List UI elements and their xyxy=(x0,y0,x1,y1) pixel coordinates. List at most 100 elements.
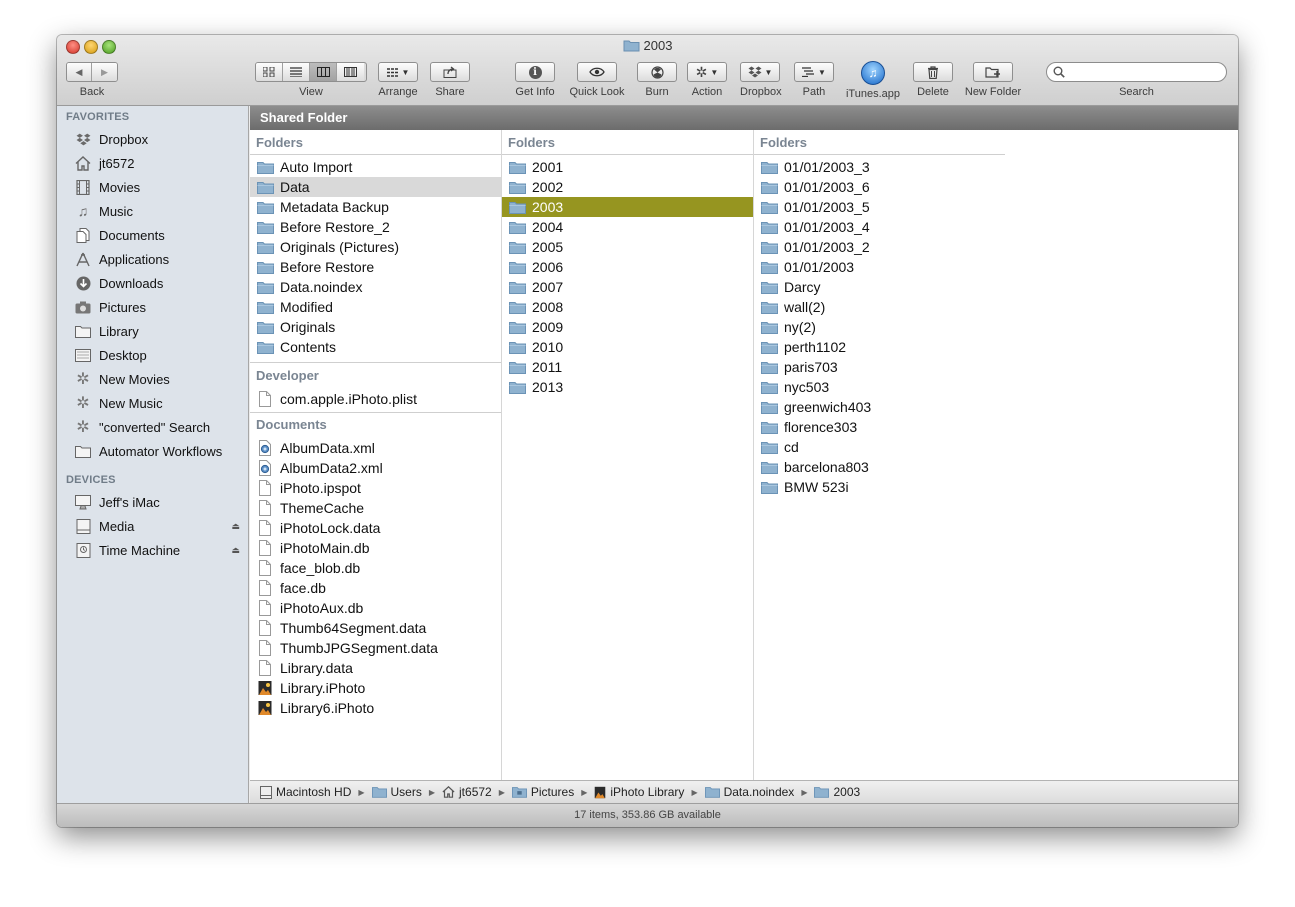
list-item[interactable]: Before Restore_2 xyxy=(250,217,501,237)
list-item[interactable]: 2010 xyxy=(502,337,753,357)
sidebar-item-dropbox[interactable]: Dropbox xyxy=(74,128,246,150)
list-item[interactable]: Library.data xyxy=(250,658,501,678)
itunes-app-button[interactable]: ♫ xyxy=(861,61,885,85)
list-item[interactable]: 01/01/2003_3 xyxy=(754,157,1005,177)
eject-icon[interactable]: ⏏ xyxy=(231,521,240,532)
share-button[interactable] xyxy=(430,62,470,82)
forward-button[interactable]: ▶ xyxy=(92,63,117,81)
list-item[interactable]: 2002 xyxy=(502,177,753,197)
list-item[interactable]: 2005 xyxy=(502,237,753,257)
list-item[interactable]: BMW 523i xyxy=(754,477,1005,497)
list-item[interactable]: iPhoto.ipspot xyxy=(250,478,501,498)
sidebar-item-automator-workflows[interactable]: Automator Workflows xyxy=(74,440,246,462)
path-crumb[interactable]: jt6572 xyxy=(442,785,492,799)
delete-button[interactable] xyxy=(913,62,953,82)
list-item[interactable]: iPhotoAux.db xyxy=(250,598,501,618)
quicklook-button[interactable] xyxy=(577,62,617,82)
list-item[interactable]: com.apple.iPhoto.plist xyxy=(250,389,501,409)
list-item[interactable]: Data xyxy=(250,177,501,197)
list-item[interactable]: 2001 xyxy=(502,157,753,177)
list-item[interactable]: 2011 xyxy=(502,357,753,377)
sidebar-item-downloads[interactable]: Downloads xyxy=(74,272,246,294)
sidebar-item-new-music[interactable]: ✲ New Music xyxy=(74,392,246,414)
browser-column-1[interactable]: Folders Auto Import Data Metadata Backup Be… xyxy=(250,130,502,780)
icon-view-button[interactable] xyxy=(256,63,283,81)
list-item[interactable]: Metadata Backup xyxy=(250,197,501,217)
list-item[interactable]: Originals xyxy=(250,317,501,337)
list-item[interactable]: AlbumData.xml xyxy=(250,438,501,458)
list-item[interactable]: Modified xyxy=(250,297,501,317)
list-item[interactable]: cd xyxy=(754,437,1005,457)
list-item[interactable]: 2004 xyxy=(502,217,753,237)
list-item[interactable]: iPhotoLock.data xyxy=(250,518,501,538)
list-item[interactable]: 2009 xyxy=(502,317,753,337)
sidebar-item-music[interactable]: ♫ Music xyxy=(74,200,246,222)
list-item[interactable]: 2007 xyxy=(502,277,753,297)
eject-icon[interactable]: ⏏ xyxy=(231,545,240,556)
list-item[interactable]: Before Restore xyxy=(250,257,501,277)
getinfo-button[interactable]: i xyxy=(515,62,555,82)
sidebar-item-new-movies[interactable]: ✲ New Movies xyxy=(74,368,246,390)
dropbox-button[interactable]: ▼ xyxy=(740,62,780,82)
list-item[interactable]: perth1102 xyxy=(754,337,1005,357)
sidebar-item-applications[interactable]: Applications xyxy=(74,248,246,270)
list-item[interactable]: 01/01/2003_4 xyxy=(754,217,1005,237)
list-item[interactable]: paris703 xyxy=(754,357,1005,377)
list-item[interactable]: 01/01/2003_2 xyxy=(754,237,1005,257)
list-item[interactable]: ny(2) xyxy=(754,317,1005,337)
list-item[interactable]: iPhotoMain.db xyxy=(250,538,501,558)
sidebar-item-documents[interactable]: Documents xyxy=(74,224,246,246)
list-item[interactable]: Originals (Pictures) xyxy=(250,237,501,257)
path-crumb[interactable]: 2003 xyxy=(814,785,860,799)
path-crumb[interactable]: Pictures xyxy=(511,785,574,799)
list-item[interactable]: Library.iPhoto xyxy=(250,678,501,698)
list-item[interactable]: nyc503 xyxy=(754,377,1005,397)
list-item[interactable]: Thumb64Segment.data xyxy=(250,618,501,638)
list-item[interactable]: face_blob.db xyxy=(250,558,501,578)
arrange-button[interactable]: ▼ xyxy=(378,62,418,82)
list-item[interactable]: face.db xyxy=(250,578,501,598)
back-button[interactable]: ◀ xyxy=(67,63,93,81)
browser-column-2[interactable]: Folders 2001 2002 2003 2004 2005 2006 2007 2008… xyxy=(502,130,754,780)
search-input[interactable] xyxy=(1046,62,1227,82)
path-crumb[interactable]: iPhoto Library xyxy=(594,785,684,799)
new-folder-button[interactable] xyxy=(973,62,1013,82)
list-item[interactable]: 2006 xyxy=(502,257,753,277)
browser-column-4[interactable] xyxy=(1005,130,1238,780)
list-item[interactable]: barcelona803 xyxy=(754,457,1005,477)
list-item[interactable]: AlbumData2.xml xyxy=(250,458,501,478)
list-item[interactable]: Library6.iPhoto xyxy=(250,698,501,718)
list-item[interactable]: florence303 xyxy=(754,417,1005,437)
column-view-button[interactable] xyxy=(310,63,337,81)
sidebar-item-desktop[interactable]: Desktop xyxy=(74,344,246,366)
path-crumb[interactable]: Macintosh HD xyxy=(260,785,351,799)
list-item[interactable]: wall(2) xyxy=(754,297,1005,317)
sidebar-item-time-machine[interactable]: Time Machine ⏏ xyxy=(74,539,246,561)
list-item[interactable]: Darcy xyxy=(754,277,1005,297)
list-item[interactable]: greenwich403 xyxy=(754,397,1005,417)
path-crumb[interactable]: Data.noindex xyxy=(704,785,794,799)
list-item[interactable]: 01/01/2003 xyxy=(754,257,1005,277)
sidebar-item-library[interactable]: Library xyxy=(74,320,246,342)
list-item[interactable]: 2008 xyxy=(502,297,753,317)
coverflow-view-button[interactable] xyxy=(337,63,364,81)
list-view-button[interactable] xyxy=(283,63,310,81)
sidebar-item-imac[interactable]: Jeff's iMac xyxy=(74,491,246,513)
list-item[interactable]: 2013 xyxy=(502,377,753,397)
list-item[interactable]: Auto Import xyxy=(250,157,501,177)
list-item[interactable]: Contents xyxy=(250,337,501,357)
path-crumb[interactable]: Users xyxy=(371,785,422,799)
browser-column-3[interactable]: Folders 01/01/2003_3 01/01/2003_6 01/01/20… xyxy=(754,130,1006,780)
path-button[interactable]: ▼ xyxy=(794,62,834,82)
list-item[interactable]: Data.noindex xyxy=(250,277,501,297)
list-item[interactable]: 2003 xyxy=(502,197,753,217)
burn-button[interactable] xyxy=(637,62,677,82)
sidebar-item-pictures[interactable]: Pictures xyxy=(74,296,246,318)
list-item[interactable]: ThemeCache xyxy=(250,498,501,518)
list-item[interactable]: 01/01/2003_5 xyxy=(754,197,1005,217)
sidebar-item-home[interactable]: jt6572 xyxy=(74,152,246,174)
sidebar-item-converted-search[interactable]: ✲ "converted" Search xyxy=(74,416,246,438)
list-item[interactable]: ThumbJPGSegment.data xyxy=(250,638,501,658)
list-item[interactable]: 01/01/2003_6 xyxy=(754,177,1005,197)
action-button[interactable]: ✲ ▼ xyxy=(687,62,727,82)
